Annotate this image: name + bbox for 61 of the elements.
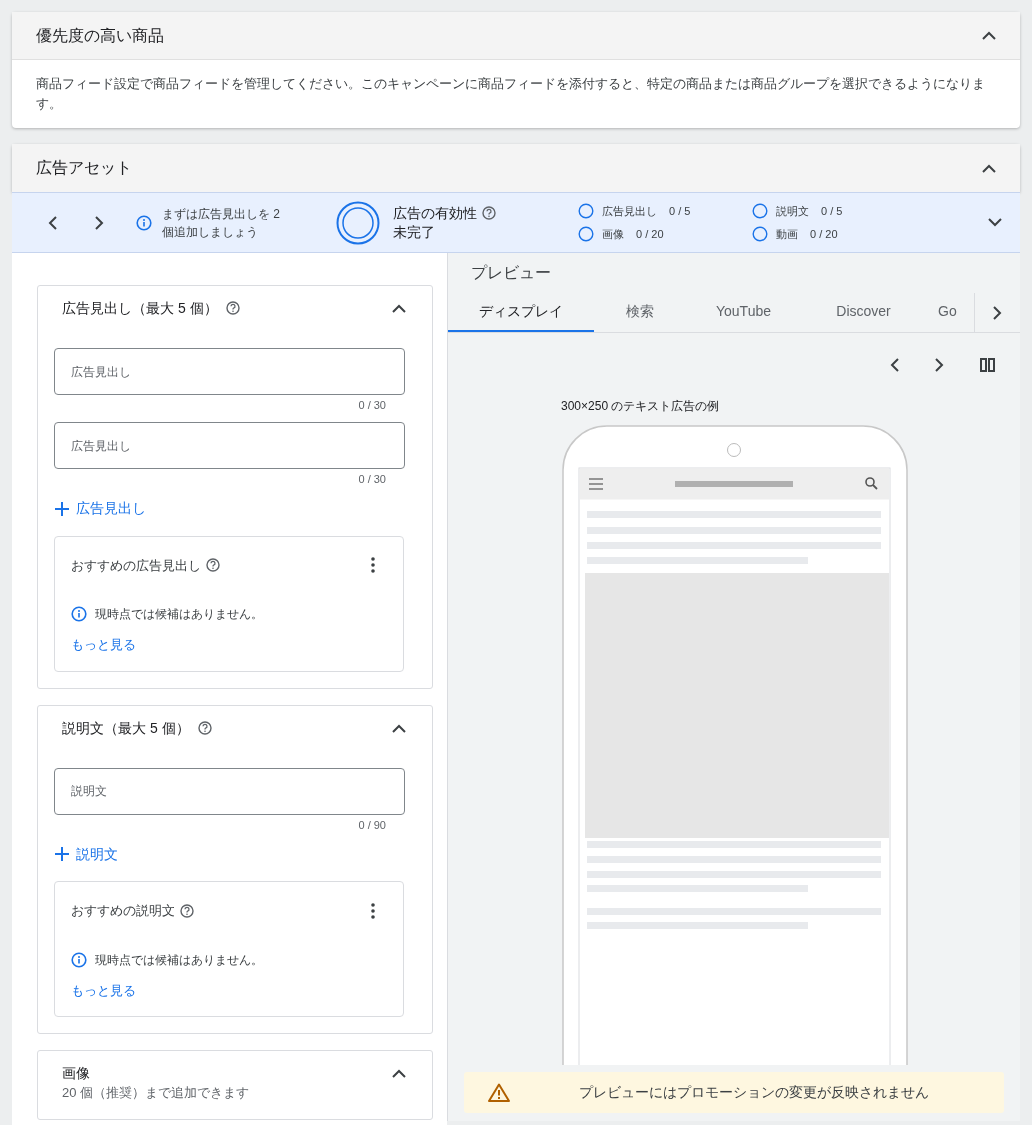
more-options-icon[interactable] xyxy=(371,557,375,574)
preview-tab[interactable]: 検索 xyxy=(594,293,686,332)
info-icon xyxy=(71,606,87,622)
asset-label: 動画 xyxy=(776,226,798,242)
info-icon xyxy=(71,951,87,968)
help-icon[interactable] xyxy=(197,720,212,735)
character-counter: 0 / 30 xyxy=(358,472,386,487)
add-link[interactable]: 広告見出し xyxy=(54,498,146,519)
asset-label: 説明文 xyxy=(776,204,809,219)
input-field[interactable]: 説明文 xyxy=(54,767,405,815)
asset-count: 0 / 5 xyxy=(821,204,843,219)
hint-text: まずは広告見出しを 2 個追加しましょう xyxy=(162,205,281,241)
section-title: 画像 xyxy=(62,1064,90,1083)
plus-icon xyxy=(54,500,70,517)
help-icon[interactable] xyxy=(206,558,220,573)
character-counter: 0 / 30 xyxy=(358,398,386,413)
collapse-chevron-icon[interactable] xyxy=(392,1069,406,1078)
preview-tab[interactable]: ディスプレイ xyxy=(448,293,594,332)
asset-count: 0 / 5 xyxy=(669,204,691,219)
preview-tab[interactable]: Discover xyxy=(801,293,926,332)
add-link[interactable]: 説明文 xyxy=(54,843,118,865)
suggestions-title: おすすめの説明文 xyxy=(71,902,175,920)
preview-caption: 300×250 のテキスト広告の例 xyxy=(561,398,720,415)
card-title: 広告アセット xyxy=(36,158,132,178)
no-suggestions-text: 現時点では候補はありません。 xyxy=(95,606,263,623)
section-title: 広告見出し（最大 5 個） xyxy=(62,299,218,318)
help-icon[interactable] xyxy=(225,301,240,315)
description-text: 商品フィード設定で商品フィードを管理してください。このキャンペーンに商品フィードを添付すると、特定の商品または商品グループを選択できるようになります。 xyxy=(36,75,986,113)
preview-tab[interactable]: Go xyxy=(926,293,974,332)
card-title: 優先度の高い商品 xyxy=(36,25,164,46)
plus-icon xyxy=(54,846,70,862)
help-icon[interactable] xyxy=(180,903,194,918)
input-field[interactable]: 広告見出し xyxy=(54,422,405,469)
asset-count: 0 / 20 xyxy=(636,226,664,242)
warning-text: プレビューにはプロモーションの変更が反映されません xyxy=(579,1083,929,1102)
split-view-icon[interactable] xyxy=(980,358,995,372)
input-field[interactable]: 広告見出し xyxy=(54,348,405,395)
suggestions-title: おすすめの広告見出し xyxy=(71,556,201,575)
asset-label: 画像 xyxy=(602,226,624,242)
see-more-link[interactable]: もっと見る xyxy=(71,980,136,1000)
strength-ring-icon xyxy=(336,200,380,245)
asset-label: 広告見出し xyxy=(602,204,657,219)
no-suggestions-text: 現時点では候補はありません。 xyxy=(95,951,263,969)
section-subtitle: 20 個（推奨）まで追加できます xyxy=(62,1084,250,1102)
info-icon xyxy=(136,214,152,231)
strength-status: 未完了 xyxy=(393,222,436,242)
collapse-chevron-icon[interactable] xyxy=(392,304,406,313)
collapse-chevron-icon[interactable] xyxy=(982,31,996,40)
asset-count: 0 / 20 xyxy=(810,226,838,242)
help-icon[interactable] xyxy=(482,205,496,220)
more-options-icon[interactable] xyxy=(371,902,375,919)
collapse-chevron-icon[interactable] xyxy=(982,163,996,173)
expand-chevron-icon[interactable] xyxy=(988,218,1002,227)
section-title: 説明文（最大 5 個） xyxy=(62,718,190,738)
preview-tab[interactable]: YouTube xyxy=(686,293,801,332)
preview-title: プレビュー xyxy=(470,263,551,283)
strength-title: 広告の有効性 xyxy=(393,203,477,222)
see-more-link[interactable]: もっと見る xyxy=(71,635,136,655)
character-counter: 0 / 90 xyxy=(358,817,386,833)
collapse-chevron-icon[interactable] xyxy=(392,723,406,733)
warning-icon xyxy=(488,1083,510,1102)
